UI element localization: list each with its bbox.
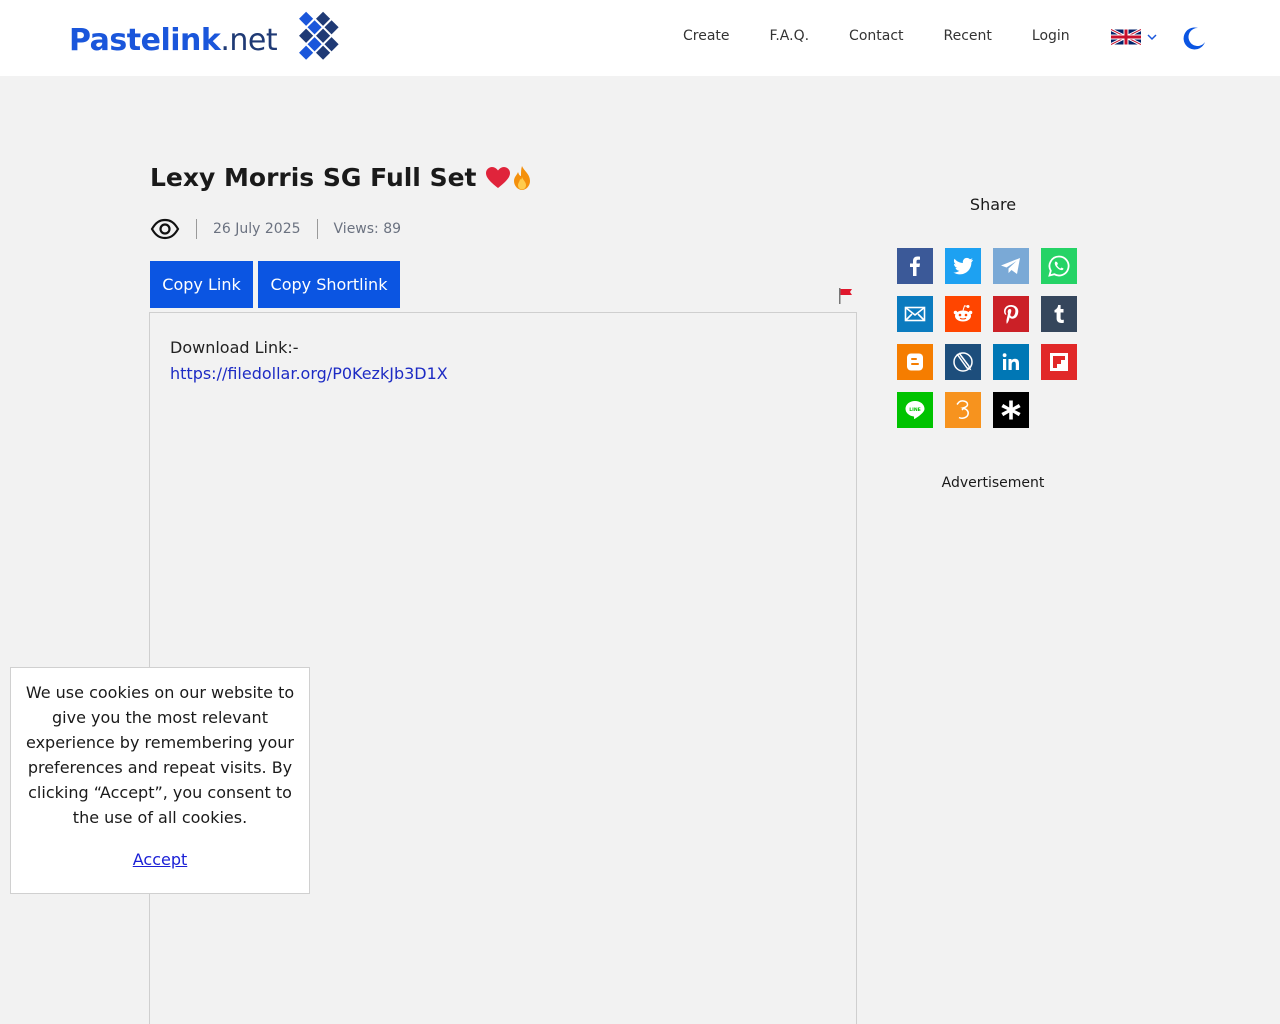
facebook-icon[interactable] [897, 248, 933, 284]
share-title: Share [969, 195, 1017, 214]
paste-meta: 26 July 2025 Views: 89 [150, 215, 401, 243]
cookie-banner: We use cookies on our website to give yo… [10, 667, 310, 894]
copy-shortlink-button[interactable]: Copy Shortlink [258, 261, 400, 308]
linkedin-icon[interactable] [993, 344, 1029, 380]
nav-faq[interactable]: F.A.Q. [770, 28, 810, 44]
uk-flag-icon [1111, 29, 1141, 45]
paste-views: Views: 89 [333, 221, 402, 237]
nav-recent[interactable]: Recent [944, 28, 992, 44]
eye-icon [150, 218, 180, 240]
nav-login[interactable]: Login [1032, 28, 1070, 44]
copy-link-button[interactable]: Copy Link [150, 261, 253, 308]
telegram-icon[interactable] [993, 248, 1029, 284]
site-header: Pastelink.net Create F.A.Q. Contact Rece… [0, 0, 1280, 76]
email-icon[interactable] [897, 296, 933, 332]
download-link[interactable]: https://filedollar.org/P0KezkJb3D1X [170, 364, 448, 383]
chevron-down-icon [1147, 34, 1157, 41]
whatsapp-icon[interactable] [1041, 248, 1077, 284]
line-icon[interactable]: LINE [897, 392, 933, 428]
moon-icon[interactable] [1181, 25, 1207, 51]
ok-icon[interactable] [945, 392, 981, 428]
accept-cookies-button[interactable]: Accept [133, 850, 188, 869]
tumblr-icon[interactable] [1041, 296, 1077, 332]
svg-text:LINE: LINE [909, 407, 921, 413]
meta-divider [196, 219, 197, 239]
pinterest-icon[interactable] [993, 296, 1029, 332]
main-nav: Create F.A.Q. Contact Recent Login [683, 24, 1110, 48]
twitter-icon[interactable] [945, 248, 981, 284]
livejournal-icon[interactable] [945, 344, 981, 380]
meta-divider [316, 219, 318, 239]
blogger-icon[interactable] [897, 344, 933, 380]
asterisk-icon[interactable] [993, 392, 1029, 428]
cookie-text: We use cookies on our website to give yo… [25, 683, 295, 827]
nav-create[interactable]: Create [683, 28, 730, 44]
reddit-icon[interactable] [945, 296, 981, 332]
logo-mark-icon [299, 11, 339, 60]
heart-fire-emoji-icon [485, 165, 535, 191]
flipboard-icon[interactable] [1041, 344, 1077, 380]
paste-date: 26 July 2025 [213, 221, 301, 237]
advertisement-label: Advertisement [941, 475, 1045, 491]
site-logo[interactable]: Pastelink.net [69, 11, 345, 68]
report-flag-icon[interactable] [838, 287, 854, 305]
nav-contact[interactable]: Contact [849, 28, 903, 44]
content-line: Download Link:- [170, 338, 299, 357]
page-title: Lexy Morris SG Full Set [150, 163, 535, 192]
logo-text: Pastelink.net [69, 22, 278, 58]
language-selector[interactable] [1111, 29, 1157, 45]
